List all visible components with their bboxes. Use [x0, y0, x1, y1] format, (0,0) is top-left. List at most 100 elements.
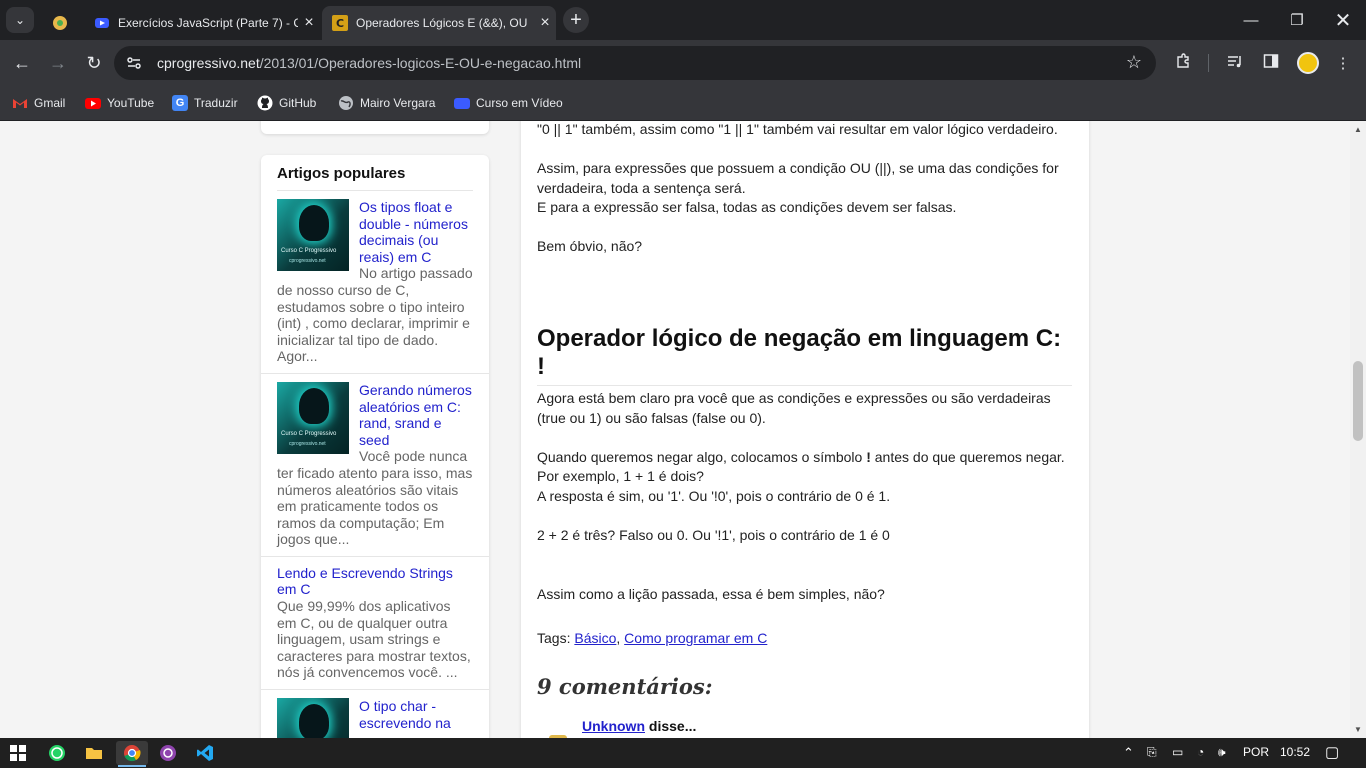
- article-paragraph: 2 + 2 é três? Falso ou 0. Ou '!1', pois …: [537, 527, 890, 543]
- cprogressivo-favicon-icon: C: [332, 15, 348, 31]
- restore-icon: ❐: [1290, 12, 1304, 29]
- profile-avatar[interactable]: [1297, 52, 1319, 74]
- bookmark-label: Gmail: [34, 96, 66, 110]
- toolbar-separator: [1208, 54, 1209, 72]
- bookmark-curso-em-video[interactable]: Curso em Vídeo: [454, 93, 563, 113]
- arrow-left-icon: ←: [13, 52, 31, 73]
- close-window-button[interactable]: ✕: [1320, 0, 1366, 40]
- chrome-menu-button[interactable]: ⋮: [1330, 50, 1356, 76]
- tag-link[interactable]: Como programar em C: [624, 630, 767, 646]
- post-thumbnail[interactable]: Curso C Progressivo cprogressivo.net: [277, 381, 349, 454]
- bookmark-label: YouTube: [107, 96, 155, 110]
- popular-post-snippet: No artigo passado de nosso curso de C, e…: [277, 265, 473, 365]
- chrome-app[interactable]: [116, 741, 148, 765]
- svg-text:C: C: [336, 17, 344, 30]
- minimize-icon: —: [1243, 11, 1259, 29]
- battery-icon[interactable]: ▭: [1172, 745, 1183, 759]
- tab-title: Operadores Lógicos E (&&), OU: [356, 16, 528, 30]
- windows-taskbar: ⌃ ⎘ ▭ ◔ 🕪 POR 10:52 ▢: [0, 738, 1366, 768]
- start-button[interactable]: [5, 741, 31, 765]
- wifi-icon[interactable]: ◔: [1197, 745, 1204, 759]
- popular-post-link[interactable]: Lendo e Escrevendo Strings em C: [277, 565, 453, 598]
- bookmarks-bar: Gmail YouTube G Traduzir GitHub Mairo Ve…: [0, 86, 1366, 121]
- popular-post-link[interactable]: O tipo char - escrevendo na: [359, 698, 451, 731]
- language-indicator[interactable]: POR: [1243, 745, 1269, 759]
- bookmark-label: GitHub: [279, 96, 317, 110]
- bookmark-mairo-vergara[interactable]: Mairo Vergara: [338, 93, 435, 113]
- tab-search-button[interactable]: ⌄: [6, 7, 34, 33]
- side-panel-button[interactable]: [1258, 50, 1284, 76]
- popular-post-item: Curso C Progressivo cprogressivo.net Ger…: [261, 374, 489, 557]
- tag-separator: ,: [616, 630, 625, 646]
- popular-posts-widget: Artigos populares Curso C Progressivo cp…: [261, 155, 489, 738]
- forward-button[interactable]: →: [45, 50, 71, 76]
- meet-now-icon[interactable]: ⎘: [1147, 745, 1157, 760]
- scrollbar-thumb[interactable]: [1353, 361, 1363, 441]
- popular-post-link[interactable]: Gerando números aleatórios em C: rand, s…: [359, 382, 472, 448]
- video-icon: [454, 95, 470, 111]
- tab-operadores-logicos[interactable]: C Operadores Lógicos E (&&), OU ×: [322, 6, 556, 40]
- back-button[interactable]: ←: [9, 50, 35, 76]
- article-paragraph: "0 || 1" também, assim como "1 || 1" tam…: [537, 121, 1058, 137]
- vscode-app[interactable]: [192, 741, 218, 765]
- volume-icon[interactable]: 🕪: [1218, 745, 1226, 760]
- comment-author-link[interactable]: Unknown: [582, 718, 645, 734]
- bookmark-traduzir[interactable]: G Traduzir: [172, 93, 238, 113]
- extensions-button[interactable]: [1170, 50, 1196, 76]
- web-page: Artigos populares Curso C Progressivo cp…: [0, 121, 1350, 738]
- puzzle-icon: [1175, 53, 1191, 73]
- site-info-icon[interactable]: [124, 53, 144, 73]
- address-bar[interactable]: cprogressivo.net/2013/01/Operadores-logi…: [114, 46, 1156, 80]
- popular-post-item: Curso C Progressivo cprogressivo.net Os …: [261, 191, 489, 374]
- comments-heading: 9 comentários:: [537, 674, 713, 699]
- post-thumbnail[interactable]: Curso C Progressivo cprogressivo.net: [277, 199, 349, 271]
- minimize-button[interactable]: —: [1228, 0, 1274, 40]
- github-desktop-app[interactable]: [155, 741, 181, 765]
- bookmark-star-icon[interactable]: ☆: [1126, 52, 1142, 73]
- translate-icon: G: [172, 95, 188, 111]
- file-explorer-app[interactable]: [81, 741, 107, 765]
- tag-link[interactable]: Básico: [574, 630, 616, 646]
- popular-post-item: Curso C Progressivo cprogressivo.net O t…: [261, 690, 489, 738]
- scroll-up-icon[interactable]: ▲: [1354, 125, 1362, 134]
- thumbnail-subcaption: cprogressivo.net: [289, 258, 326, 264]
- new-tab-button[interactable]: +: [563, 7, 589, 33]
- article-paragraph: Assim, para expressões que possuem a con…: [537, 160, 1059, 196]
- page-scrollbar[interactable]: ▲ ▼: [1350, 121, 1366, 738]
- globe-icon: [338, 95, 354, 111]
- media-control-button[interactable]: [1222, 50, 1248, 76]
- popular-post-link[interactable]: Os tipos float e double - números decima…: [359, 199, 468, 265]
- github-icon: [257, 95, 273, 111]
- side-panel-icon: [1263, 53, 1279, 73]
- scroll-down-icon[interactable]: ▼: [1354, 725, 1362, 734]
- restore-button[interactable]: ❐: [1274, 0, 1320, 40]
- post-thumbnail[interactable]: Curso C Progressivo cprogressivo.net: [277, 698, 349, 738]
- windows-icon: [10, 745, 26, 761]
- text-run: antes do que queremos negar.: [870, 449, 1065, 465]
- show-hidden-icons-icon[interactable]: ⌃: [1123, 745, 1134, 761]
- article-paragraph: Bem óbvio, não?: [537, 238, 643, 254]
- music-queue-icon: [1227, 53, 1243, 73]
- close-icon: ✕: [1334, 9, 1352, 32]
- close-tab-icon[interactable]: ×: [298, 14, 320, 32]
- bookmark-label: Curso em Vídeo: [476, 96, 563, 110]
- tab-title: Exercícios JavaScript (Parte 7) - C: [118, 16, 298, 30]
- reload-button[interactable]: ↻: [81, 50, 107, 76]
- close-tab-icon[interactable]: ×: [534, 14, 556, 32]
- tab-javascript-exercises[interactable]: Exercícios JavaScript (Parte 7) - C ×: [84, 6, 320, 40]
- notifications-icon[interactable]: ▢: [1325, 743, 1339, 761]
- tab-pinned[interactable]: [42, 6, 80, 40]
- bookmark-gmail[interactable]: Gmail: [12, 93, 65, 113]
- article-paragraph: Assim como a lição passada, essa é bem s…: [537, 586, 885, 602]
- bookmark-github[interactable]: GitHub: [257, 93, 316, 113]
- vscode-icon: [197, 745, 213, 761]
- bookmark-youtube[interactable]: YouTube: [85, 93, 154, 113]
- clock[interactable]: 10:52: [1280, 745, 1310, 759]
- popular-post-item: Lendo e Escrevendo Strings em C Que 99,9…: [261, 557, 489, 691]
- article-paragraph: Quando queremos negar algo, colocamos o …: [537, 448, 1072, 468]
- popular-post-snippet: Que 99,99% dos aplicativos em C, ou de q…: [277, 598, 471, 681]
- url-text[interactable]: cprogressivo.net/2013/01/Operadores-logi…: [157, 55, 581, 71]
- whatsapp-app[interactable]: [44, 741, 70, 765]
- bookmark-label: Mairo Vergara: [360, 96, 436, 110]
- folder-icon: [86, 748, 102, 759]
